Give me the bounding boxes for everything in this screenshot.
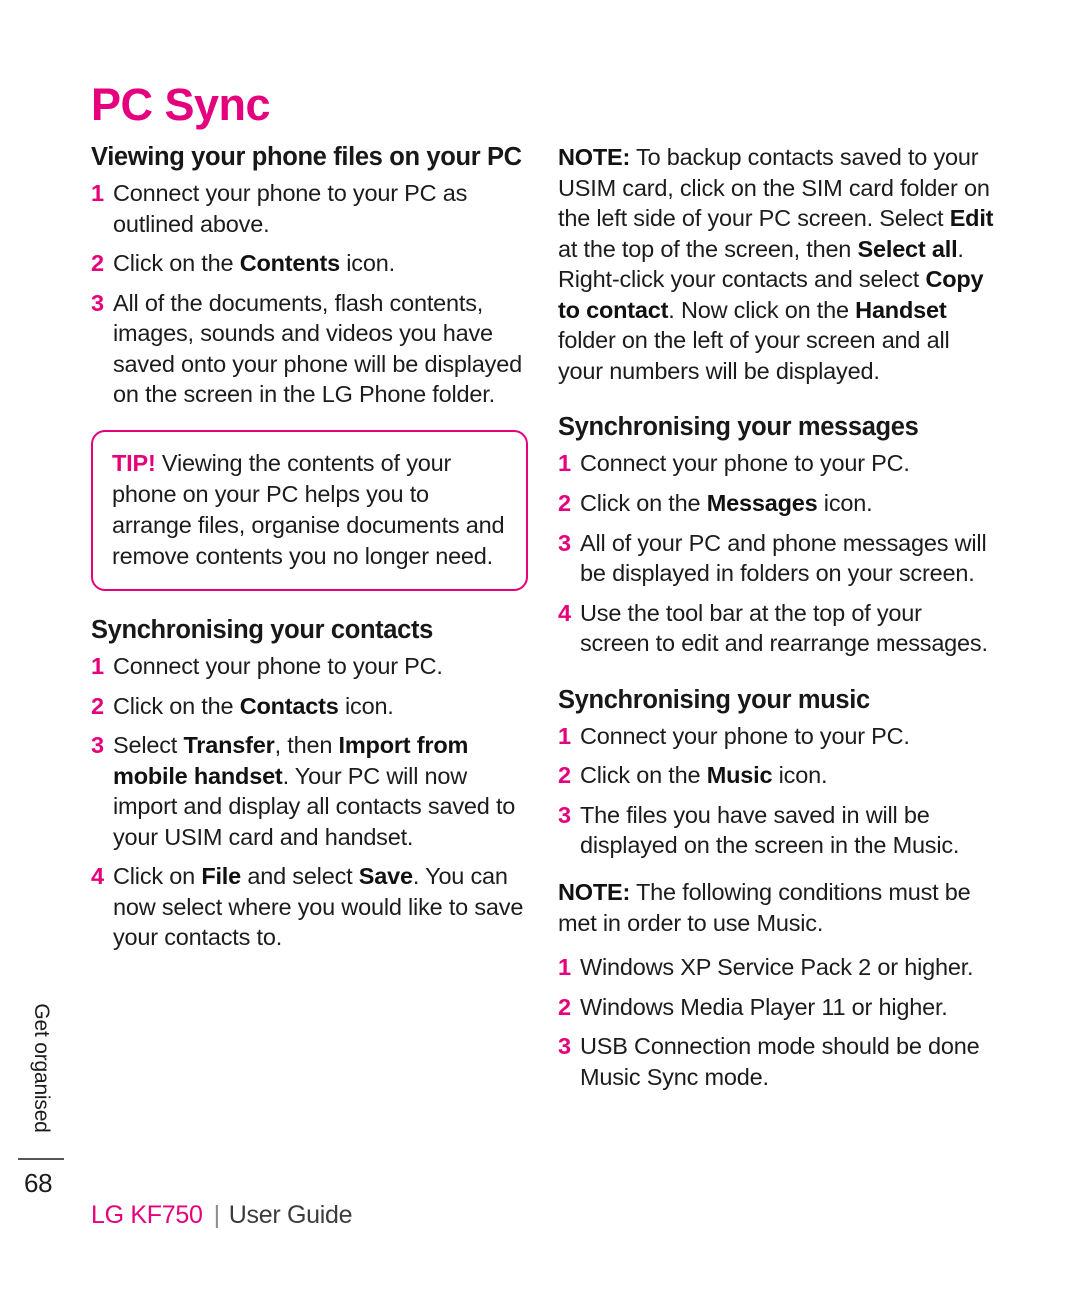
step-item: Connect your phone to your PC. [558,448,910,478]
step-item: Select Transfer, then Import from mobile… [91,730,516,850]
step-item: Click on the Messages icon. [558,488,873,518]
step-item: Connect your phone to your PC. [91,651,443,681]
chapter-side-tab: Get organised [18,985,64,1150]
step-list: Connect your phone to your PC as outline… [91,178,528,410]
step-item: Click on the Contents icon. [91,248,395,278]
section-heading: Viewing your phone files on your PC [91,143,522,171]
step-item: All of the documents, flash contents, im… [91,288,522,408]
step-item: Click on the Contacts icon. [91,691,394,721]
page-number: 68 [24,1168,53,1198]
tip-box: TIP! Viewing the contents of your phone … [91,429,528,591]
step-item: Click on the Music icon. [558,760,828,790]
footer-brand: LG KF750 [91,1201,203,1229]
page-title: PC Sync [91,79,271,131]
section-heading: Synchronising your music [558,685,870,714]
step-list: Windows XP Service Pack 2 or higher. Wind… [558,952,995,1092]
manual-page: PC Sync Viewing your phone files on your… [0,0,1080,1295]
page-number-rule [18,1158,64,1160]
tip-body: Viewing the contents of your phone on yo… [112,449,505,569]
step-item: Connect your phone to your PC as outline… [91,178,468,237]
step-list: Connect your phone to your PC. Click on t… [558,721,995,861]
step-item: The files you have saved in will be disp… [558,800,960,859]
section-heading: Synchronising your messages [558,413,919,442]
note-backup-contacts: NOTE: To backup contacts saved to your U… [558,142,995,386]
step-item: Connect your phone to your PC. [558,721,910,751]
section-heading: Synchronising your contacts [91,615,433,644]
step-list: Connect your phone to your PC. Click on t… [558,448,995,658]
footer-guide-label: User Guide [228,1201,353,1229]
footer-divider: | [213,1201,221,1229]
step-item: Use the tool bar at the top of your scre… [558,598,988,657]
step-list: Connect your phone to your PC. Click on t… [91,651,528,953]
step-item: All of your PC and phone messages will b… [558,528,987,587]
music-conditions-list: Windows XP Service Pack 2 or higher. Wind… [558,952,995,1092]
section-viewing-phone-files: Viewing your phone files on your PC Conn… [91,142,528,410]
step-item: USB Connection mode should be done Music… [558,1031,980,1090]
tip-text: TIP! Viewing the contents of your phone … [112,448,507,572]
section-sync-music: Synchronising your music Connect your ph… [558,685,995,861]
tip-label: TIP! [112,449,156,476]
note-text: NOTE: The following conditions must be m… [558,879,971,936]
right-column: NOTE: To backup contacts saved to your U… [558,142,995,1092]
section-sync-contacts: Synchronising your contacts Connect your… [91,615,528,953]
step-item: Windows Media Player 11 or higher. [558,992,948,1022]
step-item: Click on File and select Save. You can n… [91,861,524,951]
note-music-conditions: NOTE: The following conditions must be m… [558,877,995,938]
note-text: NOTE: To backup contacts saved to your U… [558,144,994,384]
left-column: Viewing your phone files on your PC Conn… [91,142,528,953]
footer: LG KF750 | User Guide [91,1201,353,1229]
step-item: Windows XP Service Pack 2 or higher. [558,952,974,982]
section-sync-messages: Synchronising your messages Connect your… [558,412,995,658]
chapter-label: Get organised [30,1002,53,1133]
